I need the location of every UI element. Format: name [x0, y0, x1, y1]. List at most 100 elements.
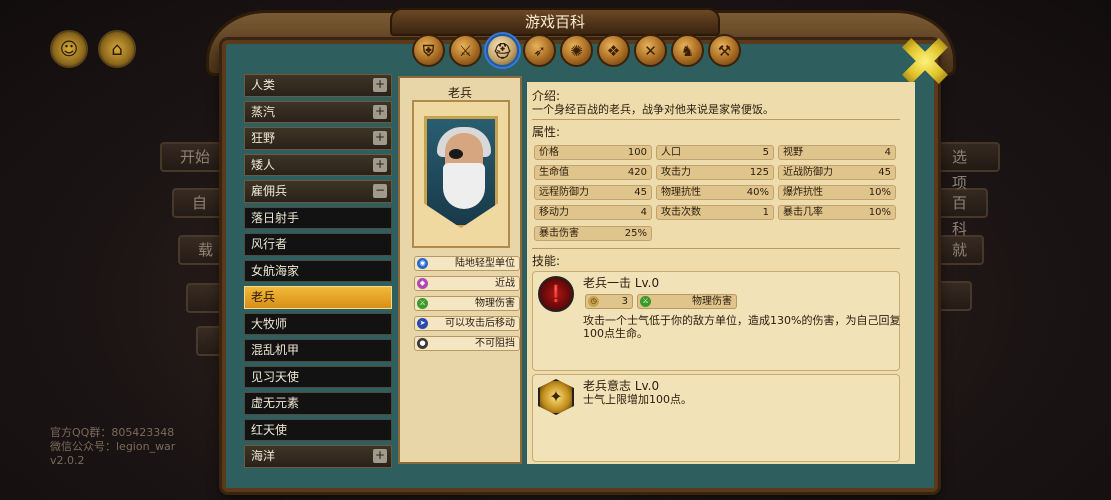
footprint-icon: ◉: [417, 258, 428, 269]
stat-cell: 攻击次数 1: [656, 205, 774, 220]
skill-strike-icon: ❗: [538, 276, 574, 312]
divider: [532, 248, 900, 249]
bg-menu-button: 开始: [160, 142, 230, 172]
stat-label: 暴击伤害: [539, 228, 579, 239]
stat-label: 价格: [539, 147, 559, 158]
stat-value: 45: [878, 167, 891, 178]
list-item-unit[interactable]: 落日射手: [244, 206, 392, 229]
stat-label: 生命值: [539, 167, 569, 178]
footer-line: 微信公众号：legion_war: [50, 440, 176, 453]
skill-name: 老兵一击 Lv.0: [583, 276, 660, 290]
list-item-label: 海洋: [251, 449, 276, 463]
stat-value: 1: [762, 207, 769, 218]
shop-icon[interactable]: ⌂: [98, 30, 136, 68]
expand-icon[interactable]: +: [373, 449, 387, 463]
unit-tag: ◆ 近战: [414, 276, 520, 291]
unit-tag: ◉ 陆地轻型单位: [414, 256, 520, 271]
unit-portrait: [412, 100, 510, 248]
melee-icon: ◆: [417, 278, 428, 289]
unit-name: 老兵: [447, 86, 472, 100]
collapse-icon[interactable]: −: [373, 184, 387, 198]
stat-cell: 视野 4: [778, 145, 896, 160]
list-item-unit-selected[interactable]: 老兵: [244, 286, 392, 309]
stat-cell: 生命值 420: [534, 165, 652, 180]
stat-label: 远程防御力: [539, 187, 589, 198]
portrait-eyepatch: [449, 149, 463, 159]
list-item-unit[interactable]: 虚无元素: [244, 392, 392, 415]
list-item-label: 蒸汽: [251, 104, 276, 119]
expand-icon[interactable]: +: [373, 104, 387, 119]
category-ocean[interactable]: 海洋 +: [244, 445, 392, 468]
tag-label: 可以攻击后移动: [445, 318, 515, 329]
unit-tag: ● 不可阻挡: [414, 336, 520, 351]
stat-cell: 爆炸抗性 10%: [778, 185, 896, 200]
stat-label: 移动力: [539, 207, 569, 218]
skill-description: 士气上限增加100点。: [583, 393, 692, 406]
book-icon[interactable]: ❖: [597, 34, 630, 67]
stat-value: 100: [627, 147, 647, 158]
skill-description: 攻击一个士气低于你的敌方单位，造成130%的伤害，为自己回复 100点生命。: [583, 314, 903, 340]
knight-helm-icon[interactable]: ♞: [671, 34, 704, 67]
list-item-label: 矮人: [251, 157, 276, 172]
list-item-unit[interactable]: 大牧师: [244, 312, 392, 335]
category-human[interactable]: 人类 +: [244, 74, 392, 97]
shield-icon[interactable]: ⛨: [412, 34, 445, 67]
stat-value: 4: [640, 207, 647, 218]
stat-label: 物理抗性: [661, 187, 701, 198]
skill-description-line: 攻击一个士气低于你的敌方单位，造成130%的伤害，为自己回复: [583, 314, 901, 327]
bg-menu-button: 就: [932, 235, 984, 265]
stat-label: 暴击几率: [783, 207, 823, 218]
skill-description-line: 100点生命。: [583, 327, 648, 340]
swirl-icon[interactable]: ✺: [560, 34, 593, 67]
category-wild[interactable]: 狂野 +: [244, 127, 392, 150]
list-item-unit[interactable]: 混乱机甲: [244, 339, 392, 362]
stat-value: 125: [749, 167, 769, 178]
list-item-unit[interactable]: 风行者: [244, 233, 392, 256]
cooldown-value: 3: [621, 296, 628, 307]
unit-tag: ⚔ 物理伤害: [414, 296, 520, 311]
stat-value: 5: [762, 147, 769, 158]
stat-label: 人口: [661, 147, 681, 158]
list-item-unit[interactable]: 见习天使: [244, 365, 392, 388]
hammer-icon[interactable]: ⚒: [708, 34, 741, 67]
helmet-icon[interactable]: ⛑: [486, 34, 519, 67]
unit-tag: ➤ 可以攻击后移动: [414, 316, 520, 331]
profile-avatar[interactable]: ☺: [50, 30, 88, 68]
boot-icon: ➤: [417, 318, 428, 329]
damage-type-label: 物理伤害: [692, 296, 732, 307]
damage-type-chip: ⚔ 物理伤害: [637, 294, 737, 309]
expand-icon[interactable]: +: [373, 78, 387, 92]
attributes-heading: 属性:: [532, 125, 561, 139]
stat-cell: 近战防御力 45: [778, 165, 896, 180]
category-mercenary[interactable]: 雇佣兵 −: [244, 180, 392, 203]
stat-cell: 价格 100: [534, 145, 652, 160]
bg-menu-button: 选项: [932, 142, 1000, 192]
unit-list: 人类 + 蒸汽 + 狂野 + 矮人 + 雇佣兵 − 落日射手 风行者 女航海家 老兵 大牧…: [244, 74, 392, 468]
stat-value: 40%: [746, 187, 769, 198]
skills-heading: 技能:: [532, 254, 561, 268]
category-dwarf[interactable]: 矮人 +: [244, 153, 392, 176]
wing-icon[interactable]: ➶: [523, 34, 556, 67]
skill-card: ✦ 老兵意志 Lv.0 士气上限增加100点。: [532, 374, 900, 462]
list-item-label: 狂野: [251, 131, 276, 145]
claw-icon[interactable]: ⚔: [449, 34, 482, 67]
tag-label: 陆地轻型单位: [455, 258, 515, 269]
window-title: 游戏百科: [390, 8, 720, 36]
stat-value: 10%: [868, 207, 891, 218]
stat-cell: 远程防御力 45: [534, 185, 652, 200]
category-steam[interactable]: 蒸汽 +: [244, 100, 392, 123]
unit-card: 老兵 ◉ 陆地轻型单位 ◆ 近战 ⚔ 物理伤害 ➤ 可以攻击后移动 ● 不可阻挡: [398, 76, 522, 464]
crossed-swords-icon[interactable]: ✕: [634, 34, 667, 67]
tag-label: 物理伤害: [475, 298, 515, 309]
expand-icon[interactable]: +: [373, 131, 387, 145]
sword-icon: ⚔: [640, 296, 651, 307]
expand-icon[interactable]: +: [373, 157, 387, 172]
stat-value: 4: [884, 147, 891, 158]
category-tabs: ⛨ ⚔ ⛑ ➶ ✺ ❖ ✕ ♞ ⚒: [412, 34, 741, 70]
list-item-unit[interactable]: 女航海家: [244, 259, 392, 282]
list-item-unit[interactable]: 红天使: [244, 418, 392, 441]
list-item-label: 雇佣兵: [251, 184, 288, 198]
stat-cell: 攻击力 125: [656, 165, 774, 180]
stat-value: 420: [627, 167, 647, 178]
portrait-beard: [443, 163, 485, 209]
